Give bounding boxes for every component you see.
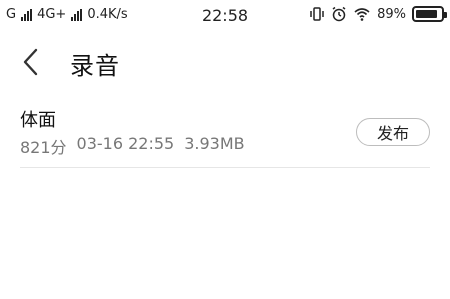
vibrate-icon [310, 7, 324, 21]
recording-duration: 821分 [20, 138, 67, 157]
header: 录音 [0, 40, 450, 84]
status-bar-right: 89% [309, 6, 447, 22]
publish-button[interactable]: 发布 [356, 118, 430, 146]
back-arrow-icon[interactable] [16, 44, 48, 80]
recording-datetime: 03-16 22:55 [76, 134, 175, 153]
recording-title: 体面 [20, 110, 56, 131]
battery-fill [416, 10, 438, 18]
status-bar: G 4G+ 0.4K/s 22:58 89% [0, 0, 450, 30]
wifi-icon [354, 8, 370, 21]
recording-meta: 821分 03-16 22:55 3.93MB [20, 134, 245, 158]
recording-size: 3.93MB [184, 134, 245, 153]
alarm-icon [332, 6, 346, 22]
battery-icon [412, 6, 447, 22]
recording-list-item[interactable]: 体面 821分 03-16 22:55 3.93MB 发布 [20, 100, 430, 168]
battery-percent: 89% [377, 6, 406, 22]
page-title: 录音 [70, 52, 120, 80]
